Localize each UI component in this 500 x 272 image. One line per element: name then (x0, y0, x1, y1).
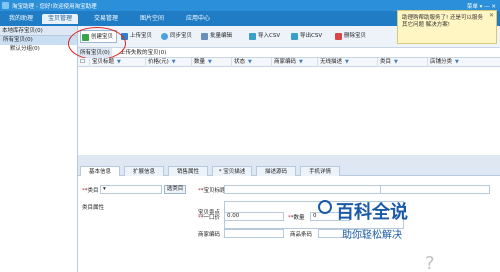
select-category-button[interactable]: 选类目 (164, 185, 186, 194)
column-wireless-desc[interactable]: 无线描述 ▼ (318, 58, 378, 67)
import-icon (249, 33, 256, 40)
title-label: **宝贝标题 (198, 188, 226, 194)
help-tooltip: 助理购帮助服务了! 还是可以服务其它问题 解决方案! ✕ (397, 10, 497, 44)
title-input[interactable] (224, 185, 404, 194)
close-icon[interactable]: ✕ (489, 12, 494, 19)
barcode-label: 商品条码 (290, 232, 313, 238)
tab-extended-info[interactable]: 扩展信息 (124, 166, 164, 176)
nav-app-center[interactable]: 应用中心 (180, 14, 216, 24)
left-panel: 本地库存宝贝(0) 所有宝贝(0) 默认分组(0) (0, 26, 78, 272)
tab-upload-failed[interactable]: 上传失败的宝贝(0) (118, 48, 168, 58)
batch-edit-button[interactable]: 批量编辑 (200, 30, 232, 43)
filter-icon: ▼ (248, 59, 252, 65)
nav-trade-management[interactable]: 交易管理 (88, 14, 124, 24)
filter-icon: ▼ (299, 59, 303, 65)
column-shop-category[interactable]: 店铺分类 ▼ (428, 58, 500, 67)
select-all-checkbox[interactable]: ☐ (78, 58, 90, 67)
tab-basic-info[interactable]: 基本信息 (80, 166, 120, 176)
quantity-label: **数量 (288, 215, 305, 221)
price-input[interactable]: 0.00 (224, 212, 284, 221)
watermark: 百科全说 助你轻松解决 (318, 198, 468, 248)
filter-icon: ▼ (208, 59, 212, 65)
filter-icon: ▼ (117, 59, 121, 65)
attributes-label: 类目属性 (82, 205, 105, 211)
item-grid-header: ☐ 宝贝标题 ▼ 价格(元) ▼ 数量 ▼ 状态 ▼ 商家编码 ▼ 无线描述 ▼ 类目 ▼ 店… (78, 58, 500, 67)
column-merchant-code[interactable]: 商家编码 ▼ (272, 58, 318, 67)
tab-description-source[interactable]: 描述源码 (256, 166, 296, 176)
merchant-code-label: 商家编码 (198, 232, 221, 238)
category-select[interactable]: ▾ (100, 185, 162, 194)
app-logo-icon (2, 2, 9, 9)
export-csv-button[interactable]: 导出CSV (290, 30, 322, 43)
sync-icon (161, 33, 168, 40)
column-status[interactable]: 状态 ▼ (232, 58, 272, 67)
watermark-sub-text: 助你轻松解决 (342, 230, 402, 241)
filter-icon: ▼ (455, 59, 459, 65)
filter-icon: ▼ (345, 59, 349, 65)
highlight-circle (68, 27, 126, 60)
detail-tabs: 基本信息 扩展信息 销售属性 * 宝贝描述 描述源码 手机详情 (78, 165, 500, 176)
filter-icon: ▼ (394, 59, 398, 65)
nav-item-management[interactable]: 宝贝管理 (42, 14, 78, 24)
window-title: 淘宝助理 - 您好!欢迎使用淘宝助理 (12, 4, 97, 10)
window-menu[interactable]: 菜单 ▾ — ✕ (467, 2, 496, 10)
shop-category-select[interactable] (380, 185, 490, 194)
tree-item-all[interactable]: 所有宝贝(0) (0, 36, 77, 45)
column-quantity[interactable]: 数量 ▼ (192, 58, 232, 67)
delete-item-button[interactable]: 删除宝贝 (334, 30, 366, 43)
category-label: **类目 (82, 188, 99, 194)
export-icon (291, 33, 298, 40)
tree-item-default-group[interactable]: 默认分组(0) (0, 45, 77, 54)
column-price[interactable]: 价格(元) ▼ (146, 58, 192, 67)
item-grid-body[interactable] (78, 67, 500, 155)
sync-item-button[interactable]: 同步宝贝 (160, 30, 192, 43)
item-filter-tabs: 所有宝贝(0) 上传失败的宝贝(0) (78, 48, 500, 58)
delete-icon (335, 33, 342, 40)
watermark-logo-icon (318, 200, 332, 214)
placeholder-question-icon: ? (425, 253, 435, 272)
batch-edit-icon (201, 33, 208, 40)
filter-icon: ▼ (171, 59, 176, 65)
nav-my-assistant[interactable]: 我的助理 (4, 14, 38, 24)
tab-sales-attributes[interactable]: 销售属性 (168, 166, 208, 176)
merchant-code-input[interactable] (224, 229, 284, 238)
column-title[interactable]: 宝贝标题 ▼ (90, 58, 146, 67)
column-category[interactable]: 类目 ▼ (378, 58, 428, 67)
tab-mobile-details[interactable]: 手机详情 (300, 166, 340, 176)
price-label: **一口价 (198, 215, 221, 221)
import-csv-button[interactable]: 导入CSV (248, 30, 280, 43)
watermark-main-text: 百科全说 (336, 202, 408, 223)
tab-item-description[interactable]: * 宝贝描述 (212, 166, 252, 176)
left-panel-header: 本地库存宝贝(0) (0, 26, 77, 36)
nav-image-space[interactable]: 图片空间 (134, 14, 170, 24)
